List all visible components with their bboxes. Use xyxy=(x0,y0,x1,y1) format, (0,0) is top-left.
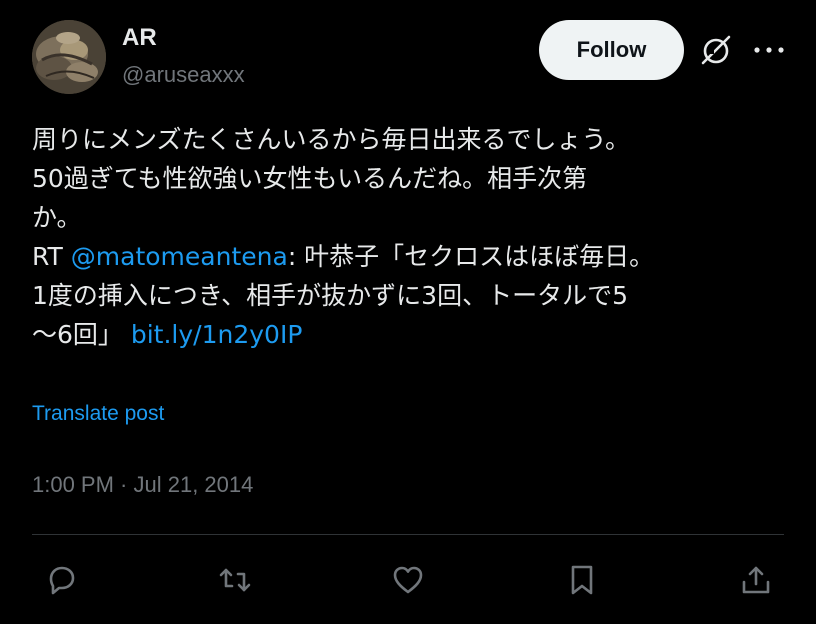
retweet-icon[interactable] xyxy=(217,562,253,598)
translate-post-link[interactable]: Translate post xyxy=(32,402,164,426)
heart-icon[interactable] xyxy=(390,562,426,598)
timestamp[interactable]: 1:00 PM · Jul 21, 2014 xyxy=(32,472,253,498)
tweet-text-line: 50過ぎても性欲強い女性もいるんだね。相手次第 xyxy=(32,164,588,193)
rt-prefix: RT xyxy=(32,242,71,271)
url-link[interactable]: bit.ly/1n2y0IP xyxy=(131,320,303,349)
tweet-text-line: RT @matomeantena: 叶恭子「セクロスはほぼ毎日。 xyxy=(32,237,792,276)
mention-link[interactable]: @matomeantena xyxy=(71,242,288,271)
avatar[interactable] xyxy=(32,20,106,94)
tweet-text-line: 周りにメンズたくさんいるから毎日出来るでしょう。 xyxy=(32,125,631,154)
bookmark-icon[interactable] xyxy=(564,562,600,598)
quoted-text: : 叶恭子「セクロスはほぼ毎日。 xyxy=(287,242,655,271)
divider xyxy=(32,534,784,535)
more-icon[interactable] xyxy=(752,40,786,60)
display-name[interactable]: AR xyxy=(122,24,157,52)
share-icon[interactable] xyxy=(738,562,774,598)
tweet-text-line: 〜6回」 bit.ly/1n2y0IP xyxy=(32,315,792,354)
avatar-photo xyxy=(32,20,106,94)
follow-button[interactable]: Follow xyxy=(539,20,684,80)
tweet-text-line: か。 xyxy=(32,203,82,232)
reply-icon[interactable] xyxy=(43,562,79,598)
tweet-text: 周りにメンズたくさんいるから毎日出来るでしょう。 50過ぎても性欲強い女性もいる… xyxy=(32,120,792,354)
quoted-text-end: 〜6回」 xyxy=(32,320,131,349)
tweet-container: AR @aruseaxxx Follow 周りにメンズたくさんいるから毎日出来る… xyxy=(0,0,816,624)
user-handle[interactable]: @aruseaxxx xyxy=(122,62,245,88)
tweet-text-line: 1度の挿入につき、相手が抜かずに3回、トータルで5 xyxy=(32,281,628,310)
grok-icon[interactable] xyxy=(698,32,734,68)
